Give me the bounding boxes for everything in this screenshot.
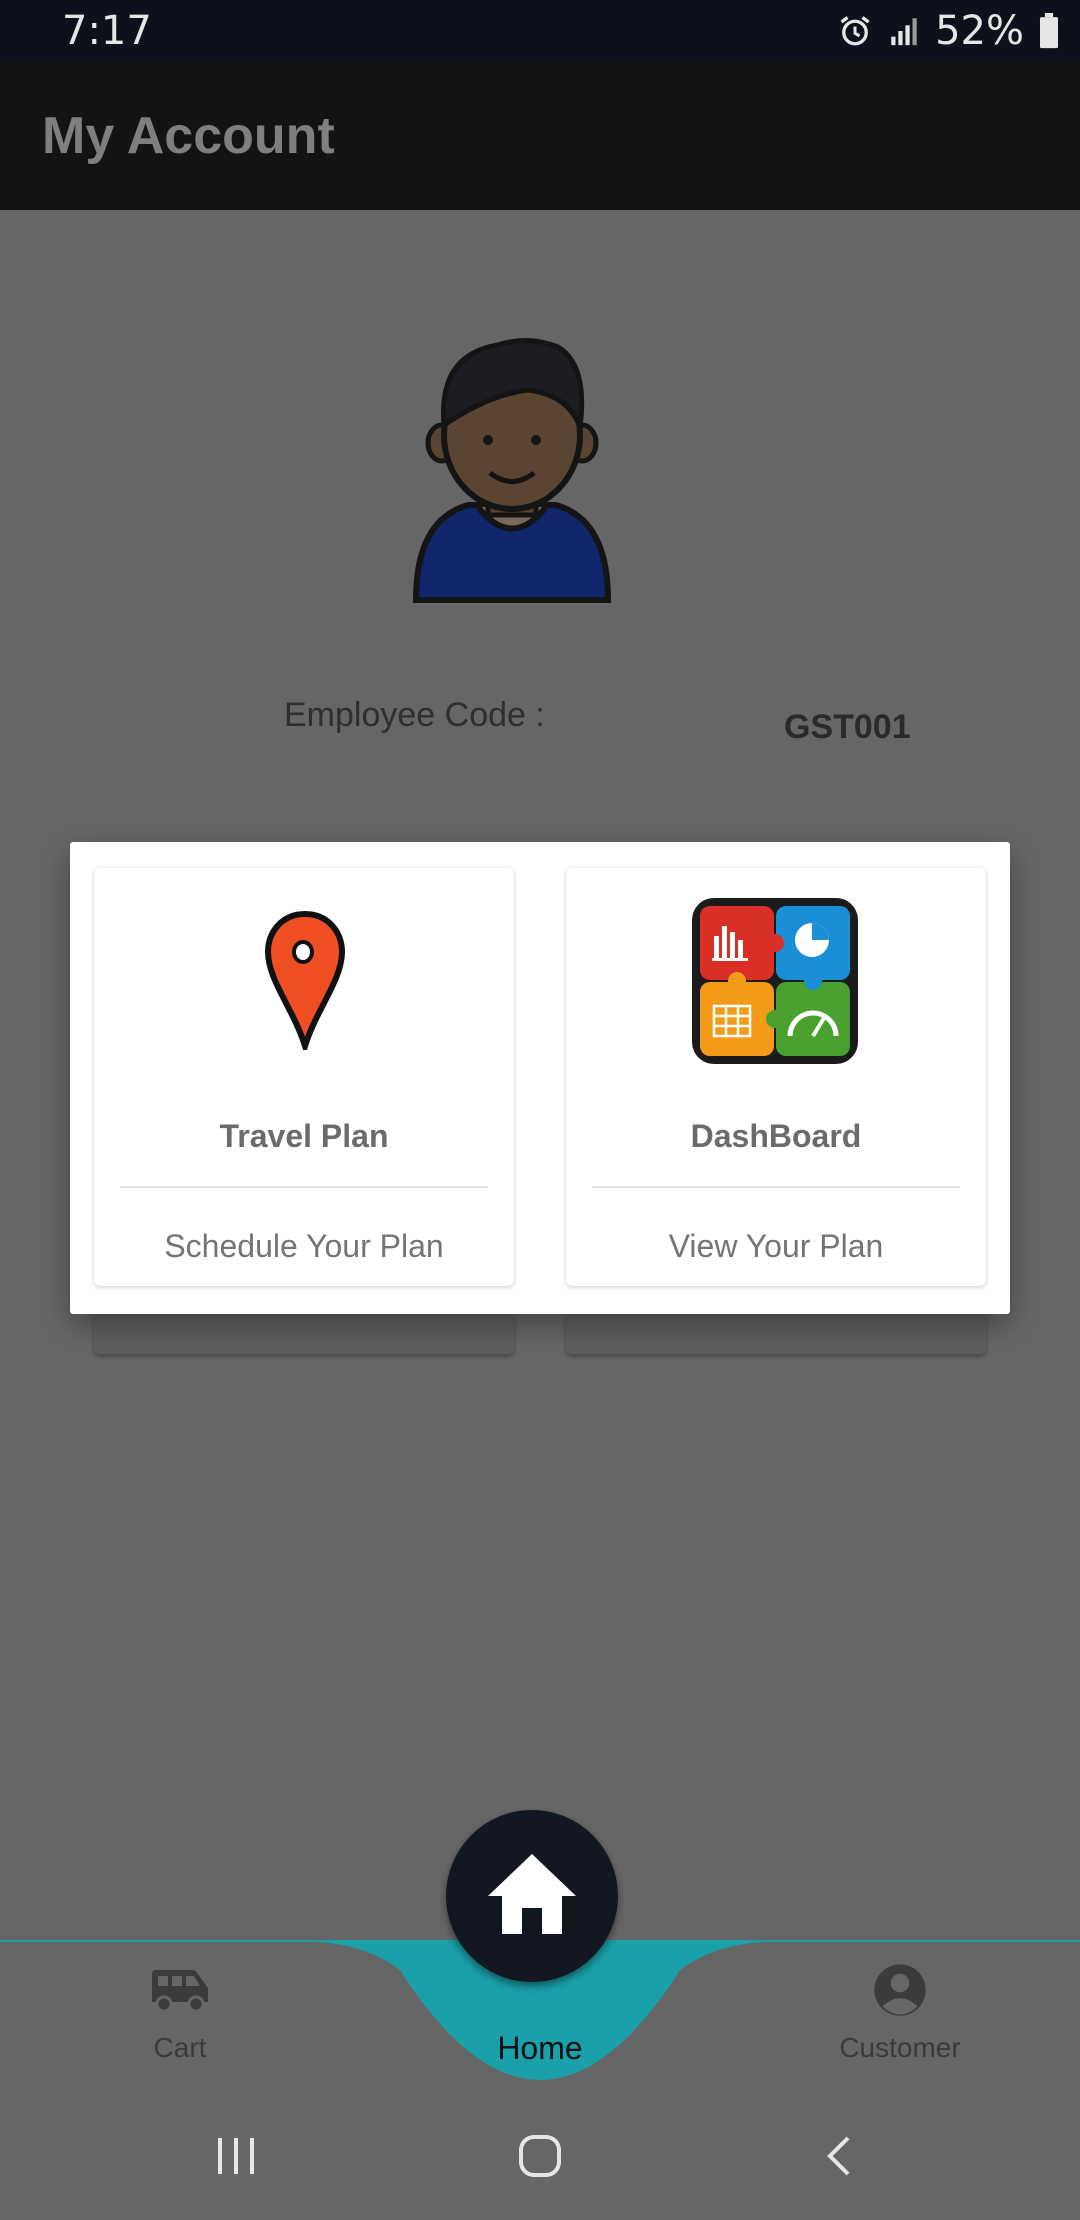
card-subtitle: Schedule Your Plan	[164, 1228, 444, 1264]
alarm-icon	[840, 16, 870, 46]
status-bar: 7:17 52%	[0, 0, 1080, 62]
signal-icon	[891, 18, 917, 46]
dashboard-card[interactable]: DashBoard View Your Plan	[566, 868, 986, 1286]
status-time: 7:17	[62, 8, 152, 54]
battery-percent: 52%	[935, 8, 1024, 54]
home-circle-icon[interactable]	[516, 2132, 564, 2180]
account-circle-icon	[874, 1964, 926, 2016]
card-subtitle: View Your Plan	[668, 1228, 884, 1264]
system-navigation-bar	[0, 2092, 1080, 2220]
card-divider	[120, 1186, 488, 1188]
van-icon	[152, 1970, 208, 2012]
nav-label-cart: Cart	[153, 2032, 207, 2063]
page-title: My Account	[42, 107, 335, 165]
card-title: DashBoard	[690, 1118, 862, 1154]
location-pin-icon	[264, 910, 346, 1050]
battery-icon	[1040, 13, 1058, 49]
home-fab-button[interactable]	[446, 1810, 618, 1982]
app-bar: My Account	[0, 62, 1080, 210]
user-avatar-icon	[408, 335, 616, 605]
dashboard-puzzle-icon	[692, 898, 858, 1064]
nav-item-cart[interactable]: Cart	[100, 1968, 260, 2078]
back-icon[interactable]	[818, 2134, 862, 2178]
nav-label-home: Home	[497, 2030, 583, 2066]
nav-item-customer[interactable]: Customer	[820, 1964, 980, 2078]
employee-code-value: GST001	[784, 708, 911, 746]
recents-icon[interactable]	[212, 2134, 262, 2178]
nav-item-home[interactable]: Home	[460, 1968, 620, 2078]
nav-label-customer: Customer	[839, 2032, 961, 2063]
travel-plan-card[interactable]: Travel Plan Schedule Your Plan	[94, 868, 514, 1286]
employee-code-label: Employee Code :	[284, 696, 545, 734]
card-title: Travel Plan	[219, 1118, 389, 1154]
card-divider	[592, 1186, 960, 1188]
home-icon	[488, 1854, 576, 1934]
status-icons: 52%	[837, 8, 1060, 54]
options-dialog: Travel Plan Schedule Your Plan DashBoard…	[70, 842, 1010, 1314]
